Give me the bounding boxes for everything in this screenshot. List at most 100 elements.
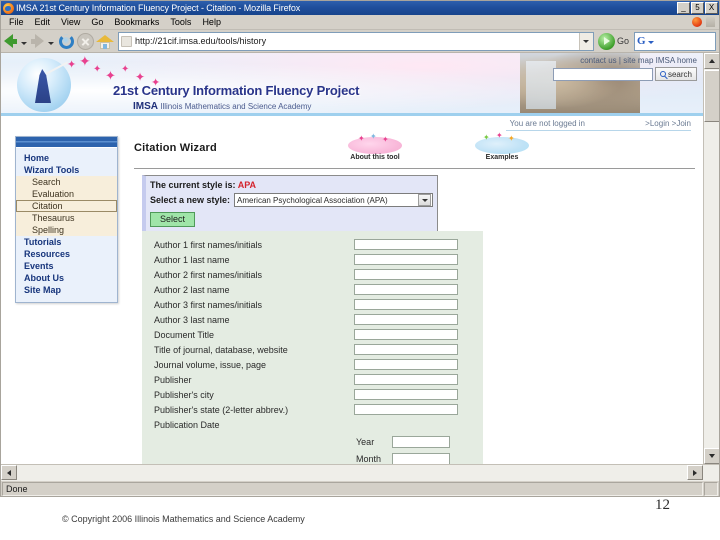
url-bar[interactable]: http://21cif.imsa.edu/tools/history xyxy=(118,31,594,51)
menu-file[interactable]: File xyxy=(5,16,29,28)
url-input[interactable]: http://21cif.imsa.edu/tools/history xyxy=(135,36,579,46)
field-input-year[interactable] xyxy=(392,435,450,448)
page-viewport: ✦ ✦ ✦ ✦ ✦ ✦ ✦ 21st Century Information F… xyxy=(1,53,719,464)
sidebar-item-spelling[interactable]: Spelling xyxy=(16,224,117,236)
sidebar-item-site-map[interactable]: Site Map xyxy=(16,284,117,296)
chevron-down-icon xyxy=(709,454,715,458)
field-input-author3-last[interactable] xyxy=(354,314,458,325)
home-icon[interactable] xyxy=(96,33,114,50)
form-row: Author 3 first names/initials xyxy=(142,297,483,312)
form-row: Title of journal, database, website xyxy=(142,342,483,357)
menu-edit[interactable]: Edit xyxy=(31,16,56,28)
sidebar-item-search[interactable]: Search xyxy=(16,176,117,188)
field-label-author3-first: Author 3 first names/initials xyxy=(154,299,263,310)
field-input-author3-first[interactable] xyxy=(354,299,458,310)
sidebar-item-thesaurus[interactable]: Thesaurus xyxy=(16,212,117,224)
field-label-year: Year xyxy=(356,436,375,447)
scroll-down-button[interactable] xyxy=(704,448,719,464)
google-g-icon[interactable]: G xyxy=(637,35,656,47)
field-label-author1-last: Author 1 last name xyxy=(154,254,230,265)
go-label[interactable]: Go xyxy=(617,36,629,46)
pink-stars-icon: ✦ xyxy=(67,59,77,71)
banner-search-input[interactable] xyxy=(552,67,653,81)
sidebar-column: Home Wizard Tools Search Evaluation Cita… xyxy=(1,134,126,464)
examples-button[interactable]: ✦ ✦ ✦ Examples xyxy=(471,132,533,162)
toolbar-search-box[interactable]: G xyxy=(634,31,716,51)
field-label-document-title: Document Title xyxy=(154,329,215,340)
form-row: Journal volume, issue, page xyxy=(142,357,483,372)
menu-help[interactable]: Help xyxy=(198,16,226,28)
scroll-right-button[interactable] xyxy=(687,465,703,480)
sidebar-item-events[interactable]: Events xyxy=(16,260,117,272)
menu-view[interactable]: View xyxy=(57,16,85,28)
form-row: Author 1 first names/initials xyxy=(142,237,483,252)
login-strip: You are not logged in >Login >Join xyxy=(1,116,705,134)
field-label-publication-date: Publication Date xyxy=(154,419,220,430)
form-row: Publisher's city xyxy=(142,387,483,402)
minimize-button[interactable]: _ xyxy=(677,2,690,14)
back-history-chevron-down-icon[interactable] xyxy=(21,41,27,45)
menu-bookmarks[interactable]: Bookmarks xyxy=(110,16,164,28)
chevron-down-icon[interactable] xyxy=(418,194,431,206)
field-input-author1-last[interactable] xyxy=(354,254,458,265)
hscroll-track[interactable] xyxy=(17,465,687,480)
banner-topnav[interactable]: contact us | site map IMSA home xyxy=(580,56,697,65)
maximize-button[interactable]: 5 xyxy=(691,2,704,14)
chevron-left-icon xyxy=(7,469,11,476)
stop-icon[interactable] xyxy=(77,32,94,50)
sidebar-item-about-us[interactable]: About Us xyxy=(16,272,117,284)
close-button[interactable]: X xyxy=(705,2,718,14)
reload-icon[interactable] xyxy=(58,33,75,50)
menu-tools[interactable]: Tools xyxy=(166,16,196,28)
field-input-month[interactable] xyxy=(392,452,450,464)
field-input-publisher[interactable] xyxy=(354,374,458,385)
select-button[interactable]: Select xyxy=(150,212,196,227)
page-horizontal-scrollbar[interactable] xyxy=(1,464,719,480)
examples-label: Examples xyxy=(485,154,519,161)
field-input-publisher-city[interactable] xyxy=(354,389,458,400)
field-input-journal-title[interactable] xyxy=(354,344,458,355)
sidebar-nav: Home Wizard Tools Search Evaluation Cita… xyxy=(15,136,118,303)
forward-button[interactable] xyxy=(31,34,44,48)
scroll-up-button[interactable] xyxy=(704,53,719,69)
field-label-journal-volume: Journal volume, issue, page xyxy=(154,359,267,370)
style-select[interactable]: American Psychological Association (APA) xyxy=(234,193,433,207)
forward-history-chevron-down-icon[interactable] xyxy=(48,41,54,45)
field-input-author1-first[interactable] xyxy=(354,239,458,250)
field-input-journal-volume[interactable] xyxy=(354,359,458,370)
form-row: Author 1 last name xyxy=(142,252,483,267)
go-icon[interactable] xyxy=(597,32,615,50)
status-resizer[interactable] xyxy=(704,481,718,496)
field-input-publisher-state[interactable] xyxy=(354,404,458,415)
url-dropdown-chevron-down-icon[interactable] xyxy=(578,32,593,50)
field-label-author2-last: Author 2 last name xyxy=(154,284,230,295)
about-this-tool-button[interactable]: ✦ ✦ ✦ About this tool xyxy=(344,133,406,162)
banner-search-button[interactable]: search xyxy=(654,67,697,81)
current-style-label: The current style is: xyxy=(150,180,236,190)
sidebar-item-wizard-tools[interactable]: Wizard Tools xyxy=(16,164,117,176)
sidebar-item-tutorials[interactable]: Tutorials xyxy=(16,236,117,248)
field-input-author2-last[interactable] xyxy=(354,284,458,295)
menu-go[interactable]: Go xyxy=(87,16,108,28)
sidebar-item-evaluation[interactable]: Evaluation xyxy=(16,188,117,200)
back-button[interactable] xyxy=(4,34,17,48)
scroll-left-button[interactable] xyxy=(1,465,17,480)
slide-footer: © Copyright 2006 Illinois Mathematics an… xyxy=(0,497,720,540)
main-column: Citation Wizard ✦ ✦ ✦ About this tool ✦ xyxy=(126,132,705,464)
site-banner: ✦ ✦ ✦ ✦ ✦ ✦ ✦ 21st Century Information F… xyxy=(1,53,705,116)
menubar-grip-icon xyxy=(706,17,715,27)
copyright-text: © Copyright 2006 Illinois Mathematics an… xyxy=(62,514,305,524)
sidebar-item-home[interactable]: Home xyxy=(16,152,117,164)
login-links[interactable]: >Login >Join xyxy=(645,119,691,128)
date-row-year: Year xyxy=(142,433,483,450)
field-input-document-title[interactable] xyxy=(354,329,458,340)
scrollbar-thumb[interactable] xyxy=(704,70,719,122)
style-panel-wrap: The current style is: APA Select a new s… xyxy=(134,169,695,233)
magnifier-icon xyxy=(659,71,666,77)
sidebar-item-resources[interactable]: Resources xyxy=(16,248,117,260)
banner-subtitle: IMSA Illinois Mathematics and Science Ac… xyxy=(133,101,312,112)
sidebar-item-citation[interactable]: Citation xyxy=(16,200,117,212)
page-vertical-scrollbar[interactable] xyxy=(703,53,719,464)
field-input-author2-first[interactable] xyxy=(354,269,458,280)
form-row: Author 2 last name xyxy=(142,282,483,297)
